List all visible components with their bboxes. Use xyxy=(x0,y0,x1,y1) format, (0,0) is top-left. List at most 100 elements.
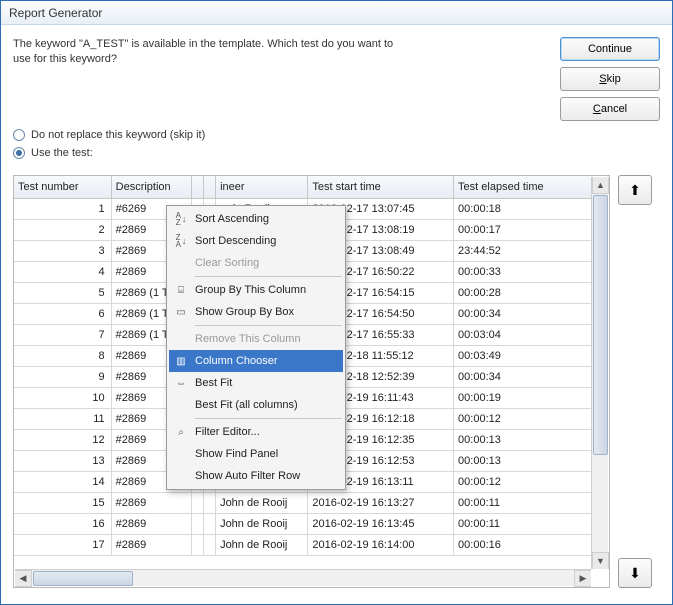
menu-separator xyxy=(195,325,342,326)
cell-engineer: John de Rooij xyxy=(216,534,308,555)
menu-item[interactable]: ZA↓Sort Descending xyxy=(169,230,343,252)
cell-test-number: 16 xyxy=(14,513,111,534)
column-context-menu[interactable]: AZ↓Sort AscendingZA↓Sort Descending Clear… xyxy=(166,205,346,490)
cell-description: #2869 xyxy=(111,492,191,513)
menu-item[interactable]: Show Auto Filter Row xyxy=(169,465,343,487)
menu-item-label: Show Auto Filter Row xyxy=(195,470,300,482)
cell-elapsed: 00:00:19 xyxy=(454,387,592,408)
cell-elapsed: 00:00:11 xyxy=(454,492,592,513)
table-row[interactable]: 16#2869John de Rooij2016-02-19 16:13:450… xyxy=(14,513,592,534)
cell-elapsed: 00:00:13 xyxy=(454,429,592,450)
menu-item-label: Remove This Column xyxy=(195,333,301,345)
cell-elapsed: 00:00:28 xyxy=(454,282,592,303)
group-icon: ⌸ xyxy=(173,282,189,298)
menu-item[interactable]: ▭ Show Group By Box xyxy=(169,301,343,323)
cell-start-time: 2016-02-19 16:13:45 xyxy=(308,513,454,534)
cell-elapsed: 00:00:16 xyxy=(454,534,592,555)
table-row[interactable]: 15#2869John de Rooij2016-02-19 16:13:270… xyxy=(14,492,592,513)
title-bar: Report Generator xyxy=(1,1,672,25)
scroll-thumb[interactable] xyxy=(593,195,608,455)
cell-elapsed: 00:00:13 xyxy=(454,450,592,471)
radio-use-test[interactable]: Use the test: xyxy=(13,147,660,159)
cell-elapsed: 00:00:33 xyxy=(454,261,592,282)
cell-description: #2869 xyxy=(111,513,191,534)
menu-item-label: Show Group By Box xyxy=(195,306,294,318)
menu-separator xyxy=(195,276,342,277)
menu-item[interactable]: ⌸ Group By This Column xyxy=(169,279,343,301)
menu-item-label: Best Fit xyxy=(195,377,232,389)
radio-skip[interactable]: Do not replace this keyword (skip it) xyxy=(13,129,660,141)
arrow-up-icon: ⬆ xyxy=(629,182,641,199)
box-icon: ▭ xyxy=(173,304,189,320)
column-header[interactable]: Test elapsed time xyxy=(454,176,592,198)
move-down-button[interactable]: ⬇ xyxy=(618,558,652,588)
cell-elapsed: 00:00:12 xyxy=(454,408,592,429)
menu-separator xyxy=(195,418,342,419)
menu-item[interactable]: ⌕Filter Editor... xyxy=(169,421,343,443)
column-header[interactable] xyxy=(203,176,215,198)
table-row[interactable]: 17#2869John de Rooij2016-02-19 16:14:000… xyxy=(14,534,592,555)
cell-engineer: John de Rooij xyxy=(216,513,308,534)
cell-elapsed: 00:00:34 xyxy=(454,366,592,387)
scroll-thumb[interactable] xyxy=(33,571,133,586)
menu-item[interactable]: ▥Column Chooser xyxy=(169,350,343,372)
menu-item-label: Best Fit (all columns) xyxy=(195,399,298,411)
menu-item-label: Show Find Panel xyxy=(195,448,278,460)
blank-icon xyxy=(173,397,189,413)
prompt-text: The keyword "A_TEST" is available in the… xyxy=(13,37,550,121)
radio-icon xyxy=(13,147,25,159)
menu-item-label: Group By This Column xyxy=(195,284,306,296)
blank-icon xyxy=(173,468,189,484)
column-header[interactable]: Test start time xyxy=(308,176,454,198)
column-header[interactable]: ineer xyxy=(216,176,308,198)
menu-item: Clear Sorting xyxy=(169,252,343,274)
cell-test-number: 8 xyxy=(14,345,111,366)
radio-group: Do not replace this keyword (skip it) Us… xyxy=(13,129,660,159)
scroll-left-icon[interactable]: ◀ xyxy=(15,570,32,587)
radio-label: Do not replace this keyword (skip it) xyxy=(31,129,205,141)
cell-test-number: 1 xyxy=(14,198,111,219)
column-header[interactable]: Description xyxy=(111,176,191,198)
cell-test-number: 6 xyxy=(14,303,111,324)
cell-test-number: 12 xyxy=(14,429,111,450)
chooser-icon: ▥ xyxy=(173,353,189,369)
cell-start-time: 2016-02-19 16:14:00 xyxy=(308,534,454,555)
window-title: Report Generator xyxy=(9,6,102,20)
menu-item-label: Clear Sorting xyxy=(195,257,259,269)
horizontal-scrollbar[interactable]: ◀ ▶ xyxy=(15,569,591,586)
column-header[interactable]: Test number xyxy=(14,176,111,198)
column-header[interactable] xyxy=(191,176,203,198)
cell-elapsed: 00:00:17 xyxy=(454,219,592,240)
cell-elapsed: 00:03:49 xyxy=(454,345,592,366)
cell-test-number: 9 xyxy=(14,366,111,387)
move-up-button[interactable]: ⬆ xyxy=(618,175,652,205)
az-desc-icon: ZA↓ xyxy=(173,233,189,249)
scroll-right-icon[interactable]: ▶ xyxy=(574,570,591,587)
az-asc-icon: AZ↓ xyxy=(173,211,189,227)
cell-test-number: 10 xyxy=(14,387,111,408)
cell-engineer: John de Rooij xyxy=(216,492,308,513)
menu-item[interactable]: Best Fit (all columns) xyxy=(169,394,343,416)
scroll-down-icon[interactable]: ▼ xyxy=(592,552,609,569)
arrow-down-icon: ⬇ xyxy=(629,565,641,582)
cell-test-number: 2 xyxy=(14,219,111,240)
radio-icon xyxy=(13,129,25,141)
menu-item: Remove This Column xyxy=(169,328,343,350)
dialog-report-generator: Report Generator The keyword "A_TEST" is… xyxy=(0,0,673,605)
vertical-scrollbar[interactable]: ▲ ▼ xyxy=(591,177,608,569)
cell-elapsed: 23:44:52 xyxy=(454,240,592,261)
menu-item[interactable]: ⇔Best Fit xyxy=(169,372,343,394)
cell-test-number: 4 xyxy=(14,261,111,282)
cell-elapsed: 00:00:18 xyxy=(454,198,592,219)
cell-test-number: 14 xyxy=(14,471,111,492)
skip-button[interactable]: Skip xyxy=(560,67,660,91)
scroll-up-icon[interactable]: ▲ xyxy=(592,177,609,194)
menu-item[interactable]: Show Find Panel xyxy=(169,443,343,465)
menu-item[interactable]: AZ↓Sort Ascending xyxy=(169,208,343,230)
blank-icon xyxy=(173,446,189,462)
continue-button[interactable]: Continue xyxy=(560,37,660,61)
cell-start-time: 2016-02-19 16:13:27 xyxy=(308,492,454,513)
cancel-button[interactable]: Cancel xyxy=(560,97,660,121)
cell-test-number: 17 xyxy=(14,534,111,555)
cell-test-number: 11 xyxy=(14,408,111,429)
